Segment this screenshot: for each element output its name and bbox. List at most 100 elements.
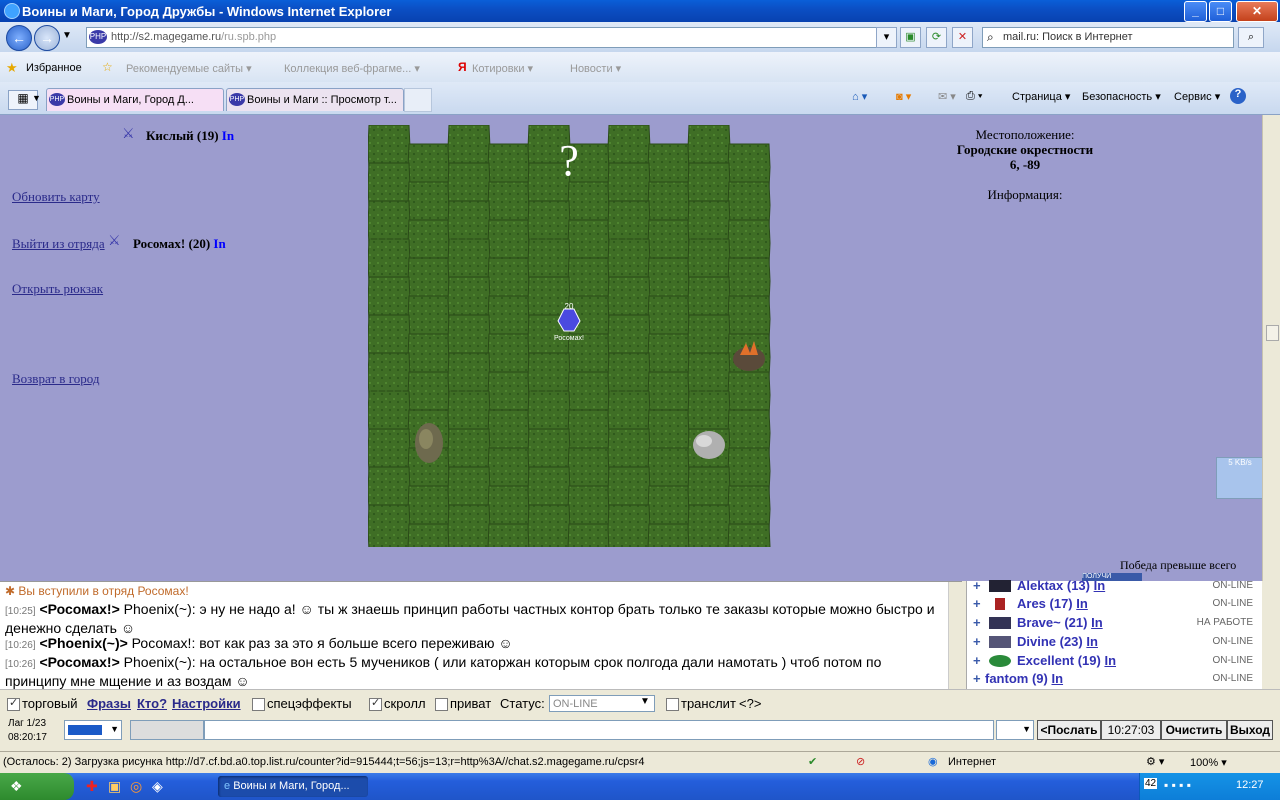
history-dropdown-icon[interactable]: ▼	[62, 30, 72, 41]
chat-scrollbar[interactable]	[948, 582, 963, 690]
online-user-name[interactable]: Alektax (13) In	[1017, 578, 1105, 593]
print-icon[interactable]: ⎙ ▾	[966, 90, 982, 103]
private-checkbox[interactable]	[435, 698, 448, 711]
fav-item-news[interactable]: Новости ▾	[570, 62, 621, 75]
player-info-link[interactable]: In	[222, 128, 234, 143]
page-menu[interactable]: Страница ▾	[1012, 90, 1070, 103]
refresh-map-link[interactable]: Обновить карту	[12, 189, 100, 205]
favorites-button[interactable]: Избранное	[26, 62, 82, 74]
popup-blocker-icon[interactable]: ⊘	[856, 755, 865, 768]
translit-checkbox[interactable]	[666, 698, 679, 711]
monster-rock-icon[interactable]	[415, 423, 443, 463]
color-select[interactable]: ▼	[64, 720, 122, 740]
online-user-row[interactable]: + Divine (23) In ON-LINE	[971, 634, 1253, 652]
fav-item-webslice[interactable]: Коллекция веб-фрагме... ▾	[284, 62, 420, 75]
taskbar-ie-window[interactable]: e Воины и Маги, Город...	[218, 776, 368, 797]
home-icon[interactable]: ⌂ ▾	[852, 90, 867, 103]
online-user-name[interactable]: Excellent (19) In	[1017, 653, 1116, 668]
refresh-icon[interactable]: ⟳	[926, 27, 947, 48]
map-hex[interactable]	[567, 523, 611, 547]
tray-badge[interactable]: 42	[1144, 778, 1158, 789]
protected-mode-icon[interactable]: ⚙ ▾	[1146, 755, 1164, 768]
search-button[interactable]: ⌕	[1238, 27, 1264, 48]
online-user-name[interactable]: Divine (23) In	[1017, 634, 1098, 649]
exit-button[interactable]: Выход	[1227, 720, 1273, 740]
quicklaunch-icon-4[interactable]: ◈	[152, 778, 163, 795]
add-favorite-icon[interactable]: ☆	[102, 60, 113, 74]
quicklaunch-icon-1[interactable]: ✚	[86, 778, 98, 795]
leader-info-link[interactable]: In	[213, 236, 225, 251]
forward-button[interactable]: →	[34, 25, 60, 51]
tools-menu[interactable]: Сервис ▾	[1174, 90, 1220, 103]
zoom-level[interactable]: 100% ▾	[1190, 756, 1227, 769]
hex-map[interactable]: ? 20 Росомах!	[368, 125, 790, 547]
address-url[interactable]: http://s2.magegame.ru/ru.spb.php	[111, 31, 276, 43]
online-user-row[interactable]: + Brave~ (21) In НА РАБОТЕ	[971, 615, 1253, 633]
smiles-select[interactable]: ▼	[996, 720, 1034, 740]
address-field[interactable]: PHP http://s2.magegame.ru/ru.spb.php	[86, 27, 894, 48]
online-user-row[interactable]: + Alektax (13) In ON-LINE	[971, 578, 1253, 596]
map-hex[interactable]	[727, 523, 771, 547]
status-dropdown-icon[interactable]: ▼	[640, 696, 650, 707]
send-button[interactable]: <Послать	[1037, 720, 1101, 740]
map-hex[interactable]	[527, 504, 571, 547]
search-input[interactable]: ⌕ mail.ru: Поиск в Интернет	[982, 27, 1234, 48]
tab-game-city[interactable]: PHP Воины и Маги, Город Д...	[46, 88, 224, 111]
who-link[interactable]: Кто?	[137, 696, 167, 711]
tab-list-dropdown-icon[interactable]: ▼	[32, 93, 41, 103]
clear-button[interactable]: Очистить	[1161, 720, 1227, 740]
online-user-name[interactable]: fantom (9) In	[985, 671, 1063, 686]
page-scroll-thumb[interactable]	[1266, 325, 1279, 341]
quicklaunch-icon-3[interactable]: ◎	[130, 778, 142, 795]
monster-stone-icon[interactable]	[693, 431, 725, 459]
new-tab-button[interactable]	[404, 88, 432, 112]
stop-icon[interactable]: ✕	[952, 27, 973, 48]
back-button[interactable]: ←	[6, 25, 32, 51]
translit-help-link[interactable]: <?>	[739, 696, 761, 711]
chat-nick[interactable]: <Росомах!>	[39, 654, 119, 670]
online-user-row[interactable]: + Excellent (19) In ON-LINE	[971, 653, 1253, 671]
feeds-icon[interactable]: ◙ ▾	[896, 90, 911, 103]
start-button[interactable]: ❖	[0, 773, 74, 800]
open-backpack-link[interactable]: Открыть рюкзак	[12, 281, 103, 297]
fav-item-quotes[interactable]: Котировки ▾	[472, 62, 533, 75]
compat-icon[interactable]: ▣	[900, 27, 921, 48]
map-hex[interactable]	[447, 504, 491, 547]
scroll-checkbox[interactable]	[369, 696, 382, 711]
tray-icons[interactable]: ▪ ▪ ▪ ▪	[1164, 778, 1191, 792]
map-hex[interactable]	[647, 523, 691, 547]
minimize-button[interactable]: _	[1184, 1, 1207, 22]
chat-nick[interactable]: <Phoenix(~)>	[39, 635, 127, 651]
chat-message-input[interactable]	[204, 720, 994, 740]
online-user-row[interactable]: + fantom (9) In ON-LINE	[971, 671, 1253, 689]
online-status: ON-LINE	[1212, 673, 1253, 684]
online-status: ON-LINE	[1212, 636, 1253, 647]
address-dropdown-icon[interactable]: ▾	[876, 27, 897, 48]
quicklaunch-icon-2[interactable]: ▣	[108, 778, 121, 795]
page-scrollbar[interactable]	[1262, 115, 1280, 581]
leave-party-link[interactable]: Выйти из отряда	[12, 236, 105, 252]
security-menu[interactable]: Безопасность ▾	[1082, 90, 1161, 103]
map-hex[interactable]	[487, 523, 531, 547]
fav-item-recommended[interactable]: Рекомендуемые сайты ▾	[126, 62, 252, 75]
help-icon[interactable]: ?	[1230, 88, 1246, 104]
maximize-button[interactable]: □	[1209, 1, 1232, 22]
map-hex[interactable]	[687, 504, 731, 547]
map-hex[interactable]	[607, 504, 651, 547]
chat-nick[interactable]: <Росомах!>	[39, 601, 119, 617]
map-hex[interactable]	[407, 523, 451, 547]
tab-game-view[interactable]: PHP Воины и Маги :: Просмотр т...	[226, 88, 404, 111]
effects-checkbox[interactable]	[252, 698, 265, 711]
close-button[interactable]: ✕	[1236, 1, 1278, 22]
settings-link[interactable]: Настройки	[172, 696, 241, 711]
map-hex[interactable]	[368, 504, 411, 547]
online-user-name[interactable]: Brave~ (21) In	[1017, 615, 1103, 630]
target-field[interactable]	[130, 720, 204, 740]
online-user-name[interactable]: Ares (17) In	[1017, 596, 1088, 611]
return-city-link[interactable]: Возврат в город	[12, 371, 99, 387]
online-user-row[interactable]: + Ares (17) In ON-LINE	[971, 596, 1253, 614]
phrases-link[interactable]: Фразы	[87, 696, 131, 711]
online-scrollbar[interactable]	[1262, 581, 1280, 689]
mail-icon[interactable]: ✉ ▾	[938, 90, 956, 103]
trade-checkbox[interactable]	[7, 696, 20, 711]
